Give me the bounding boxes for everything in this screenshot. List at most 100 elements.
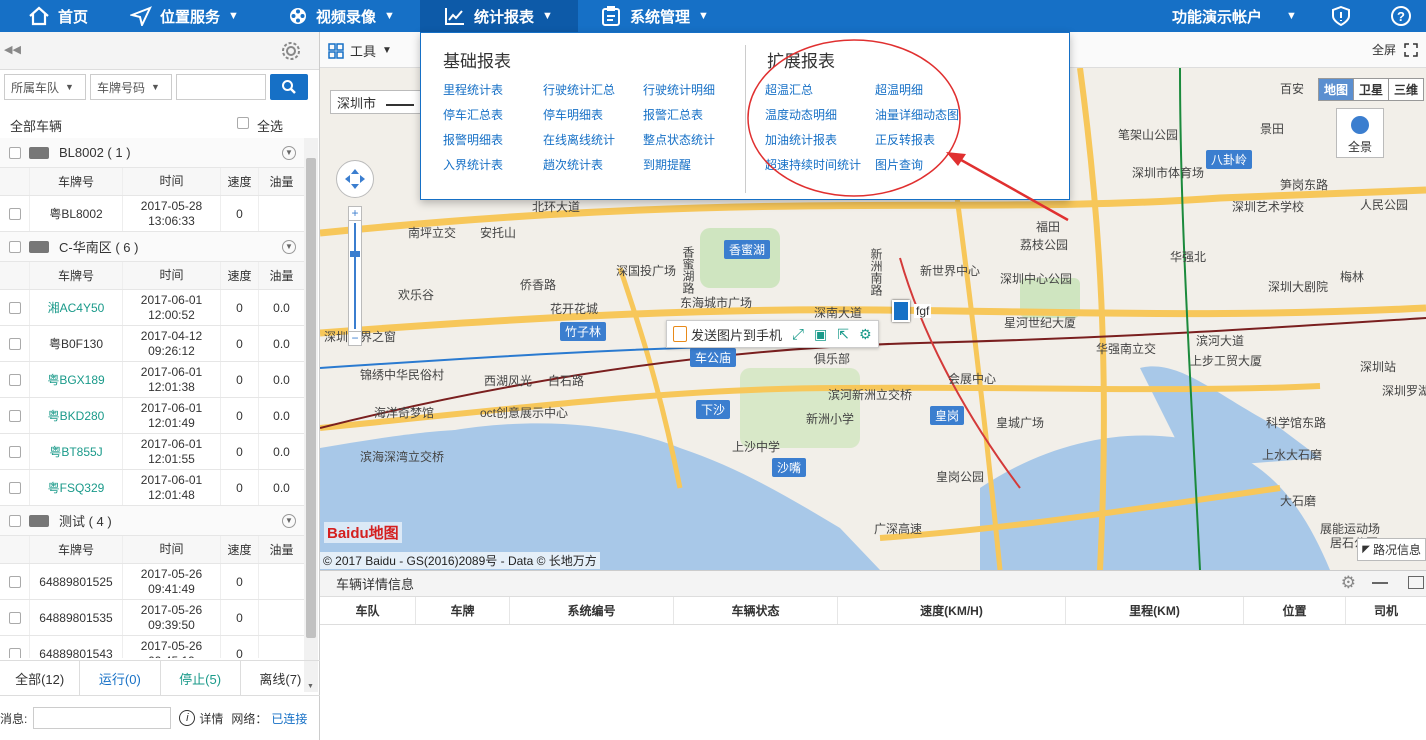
vehicle-row[interactable]: 粤BT855J 2017-06-01 12:01:55 0 0.0 [0, 434, 304, 470]
vehicle-group[interactable]: C-华南区 ( 6 ) ▼ [0, 232, 304, 262]
tools-menu[interactable]: 工具 ▼ [328, 41, 392, 60]
vehicle-plate[interactable]: 64889801543 [30, 636, 123, 658]
basic-report-link[interactable]: 趟次统计表 [543, 156, 603, 173]
plate-select[interactable]: 车牌号码 ▼ [90, 74, 172, 100]
vehicle-marker[interactable]: fgf [892, 300, 932, 322]
basic-report-link[interactable]: 报警明细表 [443, 131, 503, 148]
column-header[interactable]: 油量 [259, 262, 304, 289]
vehicle-row[interactable]: 648898015432017-05-2609:45:190 [0, 636, 304, 658]
col-fleet[interactable]: 车队 [320, 597, 416, 624]
pan-control[interactable] [336, 160, 374, 198]
basic-report-link[interactable]: 在线离线统计 [543, 131, 615, 148]
basic-report-link[interactable]: 到期提醒 [643, 156, 691, 173]
vehicle-row[interactable]: 湘AC4Y50 2017-06-01 12:00:52 0 0.0 [0, 290, 304, 326]
column-header[interactable]: 时间 [123, 536, 221, 563]
minimize-icon[interactable] [1372, 582, 1388, 584]
vehicle-row[interactable]: 粤FSQ329 2017-06-01 12:01:48 0 0.0 [0, 470, 304, 506]
column-header[interactable]: 车牌号 [30, 536, 123, 563]
col-system-id[interactable]: 系统编号 [510, 597, 674, 624]
vehicle-row[interactable]: 粤BGX189 2017-06-01 12:01:38 0 0.0 [0, 362, 304, 398]
vehicle-group[interactable]: BL8002 ( 1 ) ▼ [0, 138, 304, 168]
column-header[interactable]: 速度 [221, 168, 259, 195]
zoom-out-icon[interactable]: − [349, 331, 361, 345]
group-checkbox[interactable] [9, 146, 21, 159]
row-checkbox[interactable] [8, 337, 21, 350]
panorama-button[interactable]: 全景 [1336, 108, 1384, 158]
column-header[interactable]: 油量 [259, 536, 304, 563]
column-header[interactable]: 时间 [123, 168, 221, 195]
help-button[interactable]: ? [1390, 0, 1412, 32]
tab-offline[interactable]: 离线(7) [241, 661, 320, 695]
vehicle-row[interactable]: 64889801535 2017-05-26 09:39:50 0 [0, 600, 304, 636]
zoom-control[interactable]: + − [348, 206, 362, 346]
nav-home[interactable]: 首页 [28, 0, 88, 32]
col-plate[interactable]: 车牌 [416, 597, 510, 624]
column-header[interactable]: 时间 [123, 262, 221, 289]
basic-report-link[interactable]: 停车汇总表 [443, 106, 503, 123]
col-location[interactable]: 位置 [1244, 597, 1346, 624]
zoom-thumb[interactable] [350, 251, 360, 257]
row-checkbox[interactable] [8, 611, 21, 624]
vehicle-row[interactable]: 粤BL8002 2017-05-28 13:06:33 0 [0, 196, 304, 232]
basic-report-link[interactable]: 报警汇总表 [643, 106, 703, 123]
vehicle-plate[interactable]: 粤FSQ329 [30, 470, 123, 505]
map-type-map[interactable]: 地图 [1318, 79, 1353, 100]
basic-report-link[interactable]: 行驶统计明细 [643, 81, 715, 98]
col-status[interactable]: 车辆状态 [674, 597, 838, 624]
settings-icon[interactable]: ⚙ [859, 326, 872, 343]
vehicle-plate[interactable]: 粤BT855J [30, 434, 123, 469]
detail-link[interactable]: 详情 [199, 710, 223, 727]
col-speed[interactable]: 速度(KM/H) [838, 597, 1066, 624]
scrollbar-thumb[interactable] [306, 158, 316, 638]
basic-report-link[interactable]: 停车明细表 [543, 106, 603, 123]
row-checkbox[interactable] [8, 301, 21, 314]
map-type-3d[interactable]: 三维 [1387, 79, 1423, 100]
row-checkbox[interactable] [8, 647, 21, 658]
city-selector[interactable]: 深圳市 [330, 90, 422, 114]
list-scrollbar[interactable]: ▼ [304, 138, 318, 692]
tab-running[interactable]: 运行(0) [80, 661, 161, 695]
shield-button[interactable] [1332, 0, 1350, 32]
row-checkbox[interactable] [8, 445, 21, 458]
basic-report-link[interactable]: 行驶统计汇总 [543, 81, 615, 98]
column-header[interactable]: 速度 [221, 536, 259, 563]
row-checkbox[interactable] [8, 373, 21, 386]
fullscreen-button[interactable]: 全屏 [1372, 41, 1418, 58]
select-all-checkbox[interactable] [237, 117, 249, 129]
tab-stopped[interactable]: 停止(5) [161, 661, 241, 695]
column-header[interactable]: 油量 [259, 168, 304, 195]
nav-system[interactable]: 系统管理 ▼ [600, 0, 709, 32]
column-header[interactable]: 车牌号 [30, 262, 123, 289]
fleet-select[interactable]: 所属车队 ▼ [4, 74, 86, 100]
vehicle-row[interactable]: 64889801525 2017-05-26 09:41:49 0 [0, 564, 304, 600]
nav-video[interactable]: 视频录像 ▼ [288, 0, 395, 32]
vehicle-plate[interactable]: 粤BL8002 [30, 196, 123, 231]
zoom-in-icon[interactable]: + [349, 207, 361, 221]
vehicle-plate[interactable]: 64889801525 [30, 564, 123, 599]
row-checkbox[interactable] [8, 207, 21, 220]
row-checkbox[interactable] [8, 481, 21, 494]
vehicle-row[interactable]: 粤B0F130 2017-04-12 09:26:12 0 0.0 [0, 326, 304, 362]
basic-report-link[interactable]: 整点状态统计 [643, 131, 715, 148]
row-checkbox[interactable] [8, 575, 21, 588]
vehicle-plate[interactable]: 湘AC4Y50 [30, 290, 123, 325]
vehicle-plate[interactable]: 粤BGX189 [30, 362, 123, 397]
maximize-icon[interactable] [1408, 576, 1424, 589]
row-checkbox[interactable] [8, 409, 21, 422]
group-checkbox[interactable] [9, 240, 21, 253]
basic-report-link[interactable]: 里程统计表 [443, 81, 503, 98]
search-input[interactable] [176, 74, 266, 100]
vehicle-plate[interactable]: 粤BKD280 [30, 398, 123, 433]
col-driver[interactable]: 司机 [1346, 597, 1426, 624]
vehicle-group[interactable]: 测试 ( 4 ) ▼ [0, 506, 304, 536]
tab-all[interactable]: 全部(12) [0, 661, 81, 695]
chevron-down-icon[interactable]: ▼ [282, 145, 296, 160]
vehicle-plate[interactable]: 粤B0F130 [30, 326, 123, 361]
group-checkbox[interactable] [9, 514, 21, 527]
gear-icon[interactable]: ⚙ [1341, 573, 1356, 593]
map-type-satellite[interactable]: 卫星 [1352, 79, 1388, 100]
traffic-button[interactable]: ◤ 路况信息 [1357, 538, 1426, 561]
basic-report-link[interactable]: 入界统计表 [443, 156, 503, 173]
column-header[interactable]: 车牌号 [30, 168, 123, 195]
nav-reports[interactable]: 统计报表 ▼ [420, 0, 578, 32]
